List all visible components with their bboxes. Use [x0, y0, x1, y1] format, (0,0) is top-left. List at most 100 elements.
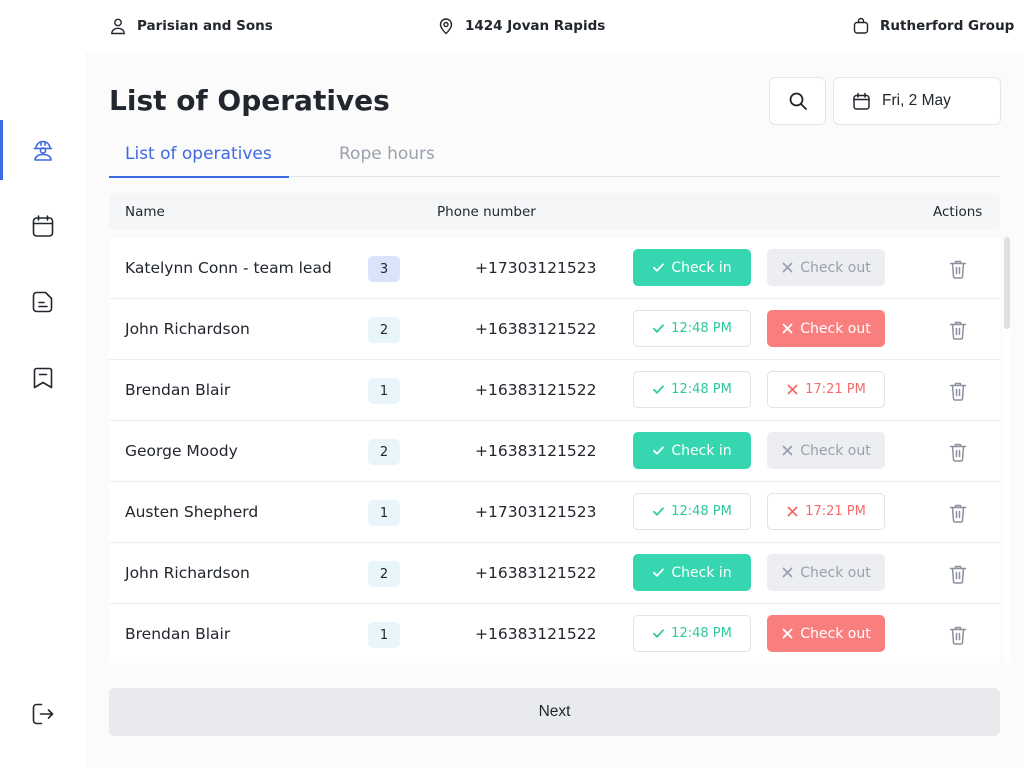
- operative-name: Austen Shepherd: [125, 503, 259, 521]
- top-bar: Parisian and Sons 1424 Jovan Rapids Ruth…: [85, 0, 1024, 52]
- check-in-label: Check in: [671, 442, 732, 459]
- check-out-button[interactable]: 17:21 PM: [767, 371, 885, 408]
- trash-icon[interactable]: [947, 319, 969, 341]
- operative-count-badge: 1: [368, 500, 400, 526]
- check-in-button[interactable]: Check in: [633, 432, 751, 469]
- check-out-label: Check out: [800, 259, 871, 276]
- close-icon: [782, 567, 793, 578]
- check-icon: [653, 263, 665, 272]
- check-out-button[interactable]: Check out: [767, 615, 885, 652]
- operative-icon: [33, 140, 52, 161]
- check-out-button[interactable]: Check out: [767, 249, 885, 286]
- search-icon: [789, 92, 807, 110]
- operative-phone: +17303121523: [475, 503, 597, 521]
- trash-icon[interactable]: [947, 380, 969, 402]
- close-icon: [787, 384, 798, 395]
- scrollbar-thumb[interactable]: [1004, 237, 1010, 329]
- table-row: Katelynn Conn - team lead 3 +17303121523 Ch…: [109, 238, 1000, 299]
- operative-name: Brendan Blair: [125, 381, 231, 399]
- column-actions: Actions: [933, 204, 983, 220]
- trash-icon[interactable]: [947, 624, 969, 646]
- logout-icon: [32, 703, 53, 725]
- check-in-button[interactable]: Check in: [633, 554, 751, 591]
- calendar-icon: [853, 92, 870, 110]
- operative-count-badge: 1: [368, 622, 400, 648]
- close-icon: [782, 445, 793, 456]
- company-info: Rutherford Group: [852, 0, 1014, 52]
- check-out-button[interactable]: Check out: [767, 310, 885, 347]
- close-icon: [787, 506, 798, 517]
- check-in-button[interactable]: 12:48 PM: [633, 371, 751, 408]
- operative-phone: +17303121523: [475, 259, 597, 277]
- sidebar: [0, 0, 85, 768]
- check-out-label: 17:21 PM: [805, 382, 866, 397]
- sidebar-item-documents[interactable]: [0, 272, 85, 332]
- operative-count-badge: 1: [368, 378, 400, 404]
- check-in-label: 12:48 PM: [671, 626, 732, 641]
- check-in-button[interactable]: 12:48 PM: [633, 493, 751, 530]
- date-picker[interactable]: Fri, 2 May: [833, 77, 1001, 125]
- tab-rope-hours[interactable]: Rope hours: [339, 138, 435, 177]
- calendar-icon: [32, 215, 53, 237]
- check-icon: [653, 507, 665, 516]
- sidebar-item-operatives[interactable]: [0, 120, 85, 180]
- location-pin-icon: [439, 18, 453, 35]
- table-header: Name Phone number Actions: [109, 193, 1000, 230]
- close-icon: [782, 628, 793, 639]
- operative-name: John Richardson: [125, 564, 250, 582]
- operative-phone: +16383121522: [475, 320, 597, 338]
- check-in-button[interactable]: 12:48 PM: [633, 310, 751, 347]
- check-in-button[interactable]: 12:48 PM: [633, 615, 751, 652]
- check-in-label: 12:48 PM: [671, 504, 732, 519]
- operative-name: John Richardson: [125, 320, 250, 338]
- check-out-button[interactable]: 17:21 PM: [767, 493, 885, 530]
- table-row: John Richardson 2 +16383121522 Check in Chec…: [109, 543, 1000, 604]
- document-icon: [32, 291, 52, 313]
- check-in-label: 12:48 PM: [671, 321, 732, 336]
- check-out-label: Check out: [800, 442, 871, 459]
- tab-list-of-operatives[interactable]: List of operatives: [109, 138, 289, 178]
- check-in-label: Check in: [671, 564, 732, 581]
- sidebar-item-bookmarks[interactable]: [0, 348, 85, 408]
- operative-phone: +16383121522: [475, 564, 597, 582]
- check-icon: [653, 568, 665, 577]
- trash-icon[interactable]: [947, 502, 969, 524]
- search-button[interactable]: [769, 77, 826, 125]
- operative-count-badge: 2: [368, 317, 400, 343]
- tab-bar: List of operatives Rope hours: [109, 138, 1000, 178]
- operative-count-badge: 2: [368, 439, 400, 465]
- trash-icon[interactable]: [947, 258, 969, 280]
- operative-count-badge: 2: [368, 561, 400, 587]
- next-button[interactable]: Next: [109, 688, 1000, 736]
- check-icon: [653, 629, 665, 638]
- company-name: Rutherford Group: [880, 18, 1015, 34]
- logout-button[interactable]: [0, 684, 85, 744]
- check-out-label: 17:21 PM: [805, 504, 866, 519]
- trash-icon[interactable]: [947, 441, 969, 463]
- check-out-label: Check out: [800, 320, 871, 337]
- client-name: Parisian and Sons: [137, 18, 273, 34]
- close-icon: [782, 262, 793, 273]
- check-icon: [653, 446, 665, 455]
- table-scrollbar[interactable]: [1004, 237, 1010, 662]
- bookmark-icon: [33, 367, 52, 389]
- table-row: Austen Shepherd 1 +17303121523 12:48 PM 17:2…: [109, 482, 1000, 543]
- check-out-button[interactable]: Check out: [767, 554, 885, 591]
- operative-phone: +16383121522: [475, 625, 597, 643]
- main-content: Parisian and Sons 1424 Jovan Rapids Ruth…: [85, 0, 1024, 768]
- trash-icon[interactable]: [947, 563, 969, 585]
- check-out-button[interactable]: Check out: [767, 432, 885, 469]
- table-row: Brendan Blair 1 +16383121522 12:48 PM 17:21 …: [109, 360, 1000, 421]
- column-phone: Phone number: [437, 204, 536, 220]
- table-row: Brendan Blair 1 +16383121522 12:48 PM Check …: [109, 604, 1000, 663]
- operative-phone: +16383121522: [475, 442, 597, 460]
- selected-date: Fri, 2 May: [882, 92, 951, 109]
- location-name: 1424 Jovan Rapids: [465, 18, 606, 34]
- operative-name: Katelynn Conn - team lead: [125, 259, 332, 277]
- check-out-label: Check out: [800, 625, 871, 642]
- operative-name: George Moody: [125, 442, 238, 460]
- close-icon: [782, 323, 793, 334]
- sidebar-item-calendar[interactable]: [0, 196, 85, 256]
- check-in-button[interactable]: Check in: [633, 249, 751, 286]
- briefcase-icon: [853, 17, 869, 34]
